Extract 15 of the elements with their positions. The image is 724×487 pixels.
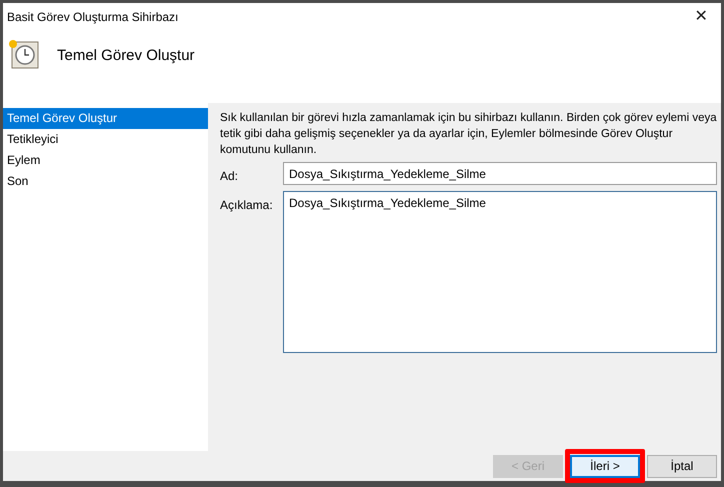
name-field[interactable]: Dosya_Sıkıştırma_Yedekleme_Silme [283, 162, 717, 185]
step-item[interactable]: Eylem [3, 150, 208, 171]
close-button[interactable]: ✕ [681, 3, 721, 31]
wizard-heading: Temel Görev Oluştur [57, 46, 195, 66]
wizard-button[interactable]: İleri > [570, 454, 640, 478]
step-item[interactable]: Tetikleyici [3, 129, 208, 150]
step-item[interactable]: Temel Görev Oluştur [3, 108, 208, 129]
window-title: Basit Görev Oluşturma Sihirbazı [7, 9, 178, 26]
step-item[interactable]: Son [3, 171, 208, 192]
field-label: Açıklama: [220, 197, 274, 214]
description-field[interactable]: Dosya_Sıkıştırma_Yedekleme_Silme [283, 191, 717, 353]
intro-text: Sık kullanılan bir görevi hızla zamanlamak için bu sihirbazı kullanın. Birden çok görev eylemi veya tetik gibi daha gelişmiş seçenekler ya da ayarlar için, Eylemler bölmesinde Görev Oluştur komutunu kullanın. [220, 111, 717, 158]
clock-icon [7, 39, 39, 69]
wizard-button[interactable]: İptal [647, 454, 717, 478]
field-label: Ad: [220, 168, 240, 185]
